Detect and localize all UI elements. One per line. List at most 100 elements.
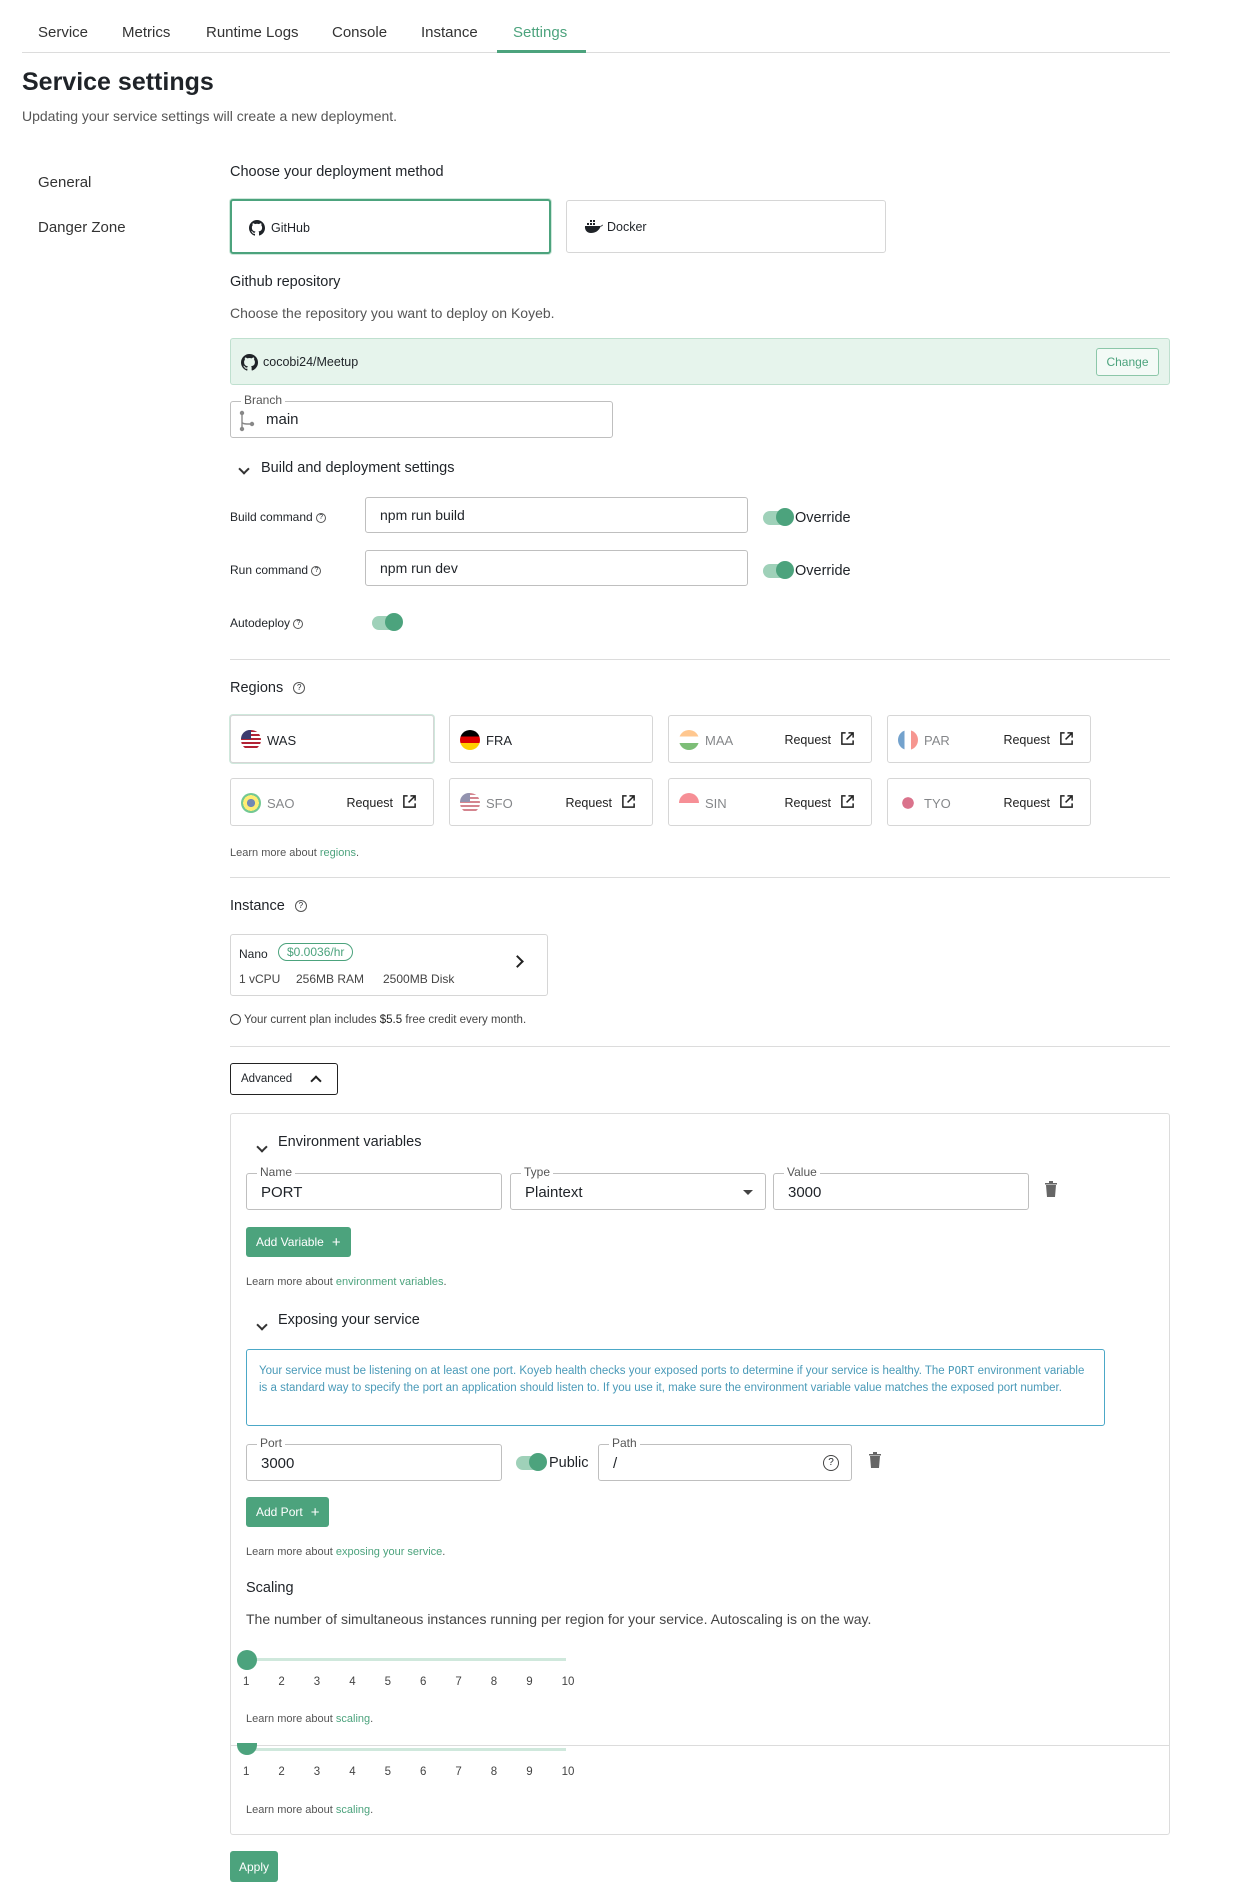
env-type-select[interactable]: Type Plaintext	[510, 1165, 766, 1210]
github-method-card[interactable]: GitHub	[230, 199, 551, 254]
external-link-icon	[1060, 732, 1073, 745]
region-maa[interactable]: MAA Request	[668, 715, 872, 763]
path-field[interactable]: Path / ?	[598, 1436, 852, 1481]
build-command-label-text: Build command	[230, 510, 313, 524]
run-command-input[interactable]: npm run dev	[365, 550, 748, 586]
region-fra[interactable]: FRA	[449, 715, 653, 763]
sidebar-item-general[interactable]: General	[38, 174, 91, 191]
instance-name: Nano	[239, 947, 268, 961]
scaling-tick-label: 1	[243, 1676, 250, 1688]
docker-method-card[interactable]: Docker	[566, 200, 886, 253]
advanced-toggle-button[interactable]: Advanced	[230, 1063, 338, 1095]
env-vars-heading[interactable]: Environment variables	[278, 1134, 421, 1150]
github-repository-heading: Github repository	[230, 274, 341, 290]
help-icon: ?	[293, 618, 304, 629]
run-override-label: Override	[795, 563, 851, 579]
scaling-link[interactable]: scaling	[336, 1804, 370, 1816]
request-region-link[interactable]: Request	[346, 796, 393, 810]
scaling-tick-label: 5	[384, 1676, 391, 1688]
france-flag-icon	[898, 730, 918, 750]
regions-heading-text: Regions	[230, 680, 284, 696]
region-sin[interactable]: SIN Request	[668, 778, 872, 826]
tab-instance[interactable]: Instance	[421, 24, 478, 41]
apply-button[interactable]: Apply	[230, 1851, 279, 1882]
scaling-link[interactable]: scaling	[336, 1713, 370, 1725]
request-region-link[interactable]: Request	[565, 796, 612, 810]
tab-divider	[22, 52, 1170, 53]
tab-runtime-logs[interactable]: Runtime Logs	[206, 24, 299, 41]
region-code: SIN	[705, 796, 727, 811]
credit-amount: $5.5	[379, 1014, 403, 1026]
brazil-flag-icon	[241, 793, 261, 813]
germany-flag-icon	[460, 730, 480, 750]
divider	[230, 659, 1170, 660]
tab-service[interactable]: Service	[38, 24, 88, 41]
build-settings-heading[interactable]: Build and deployment settings	[261, 460, 454, 476]
autodeploy-toggle[interactable]	[372, 613, 403, 631]
request-region-link[interactable]: Request	[784, 796, 831, 810]
public-label: Public	[549, 1455, 589, 1471]
build-override-label: Override	[795, 510, 851, 526]
divider	[230, 877, 1170, 878]
instance-ram: 256MB RAM	[296, 972, 365, 986]
region-sao[interactable]: SAO Request	[230, 778, 434, 826]
expose-collapse-toggle[interactable]	[256, 1316, 268, 1334]
external-link-icon	[1060, 795, 1073, 808]
tab-console[interactable]: Console	[332, 24, 387, 41]
scaling-tick-label: 7	[455, 1676, 462, 1688]
env-value-label: Value	[784, 1165, 820, 1179]
request-region-link[interactable]: Request	[784, 733, 831, 747]
trash-icon[interactable]	[1044, 1180, 1058, 1197]
plus-icon: +	[310, 1503, 320, 1521]
region-sfo[interactable]: SFO Request	[449, 778, 653, 826]
learn-more-suffix: .	[370, 1804, 374, 1816]
regions-link[interactable]: regions	[320, 847, 356, 859]
branch-field[interactable]: Branch main	[230, 393, 613, 438]
help-icon[interactable]: ?	[823, 1455, 839, 1471]
tab-metrics[interactable]: Metrics	[122, 24, 170, 41]
github-icon	[249, 220, 265, 236]
instance-card[interactable]: Nano $0.0036/hr 1 vCPU 256MB RAM 2500MB …	[230, 934, 548, 996]
build-command-value: npm run build	[380, 507, 465, 523]
expose-info-callout: Your service must be listening on at lea…	[246, 1349, 1105, 1426]
scaling-tick-label: 7	[455, 1766, 462, 1778]
region-was[interactable]: WAS	[230, 715, 434, 763]
chevron-down-icon	[238, 463, 250, 475]
env-vars-link[interactable]: environment variables	[336, 1276, 444, 1288]
regions-learn-more: Learn more about regions.	[230, 847, 359, 859]
scaling-tick-label: 2	[278, 1676, 285, 1688]
branch-value: main	[266, 411, 299, 428]
active-tab-indicator	[497, 50, 586, 53]
add-port-button[interactable]: Add Port +	[246, 1497, 330, 1527]
port-field[interactable]: Port 3000	[246, 1436, 502, 1481]
add-variable-button[interactable]: Add Variable +	[246, 1227, 351, 1257]
repository-name: cocobi24/Meetup	[263, 355, 359, 369]
scaling-slider-track-duplicate[interactable]	[246, 1748, 566, 1751]
expose-link[interactable]: exposing your service	[336, 1546, 442, 1558]
region-tyo[interactable]: TYO Request	[887, 778, 1091, 826]
request-region-link[interactable]: Request	[1003, 796, 1050, 810]
env-value-field[interactable]: Value 3000	[773, 1165, 1029, 1210]
scaling-tick-label: 8	[490, 1676, 498, 1688]
request-region-link[interactable]: Request	[1003, 733, 1050, 747]
run-command-label: Run command ?	[230, 563, 322, 577]
learn-more-prefix: Learn more about	[246, 1713, 336, 1725]
build-command-input[interactable]: npm run build	[365, 497, 748, 533]
run-override-toggle[interactable]	[763, 561, 794, 579]
region-par[interactable]: PAR Request	[887, 715, 1091, 763]
env-name-field[interactable]: Name PORT	[246, 1165, 502, 1210]
public-toggle[interactable]	[516, 1453, 547, 1471]
scaling-slider-track[interactable]	[246, 1658, 566, 1661]
run-command-value: npm run dev	[380, 560, 458, 576]
sidebar-item-danger-zone[interactable]: Danger Zone	[38, 219, 126, 236]
chevron-down-icon	[256, 1141, 268, 1153]
build-settings-toggle[interactable]	[238, 460, 250, 478]
tab-settings[interactable]: Settings	[513, 24, 567, 41]
scaling-slider-handle[interactable]	[237, 1650, 257, 1670]
port-label: Port	[257, 1436, 286, 1450]
build-override-toggle[interactable]	[763, 508, 794, 526]
env-collapse-toggle[interactable]	[256, 1138, 268, 1156]
change-repository-button[interactable]: Change	[1096, 348, 1159, 376]
trash-icon[interactable]	[868, 1451, 882, 1468]
expose-heading[interactable]: Exposing your service	[278, 1312, 420, 1328]
